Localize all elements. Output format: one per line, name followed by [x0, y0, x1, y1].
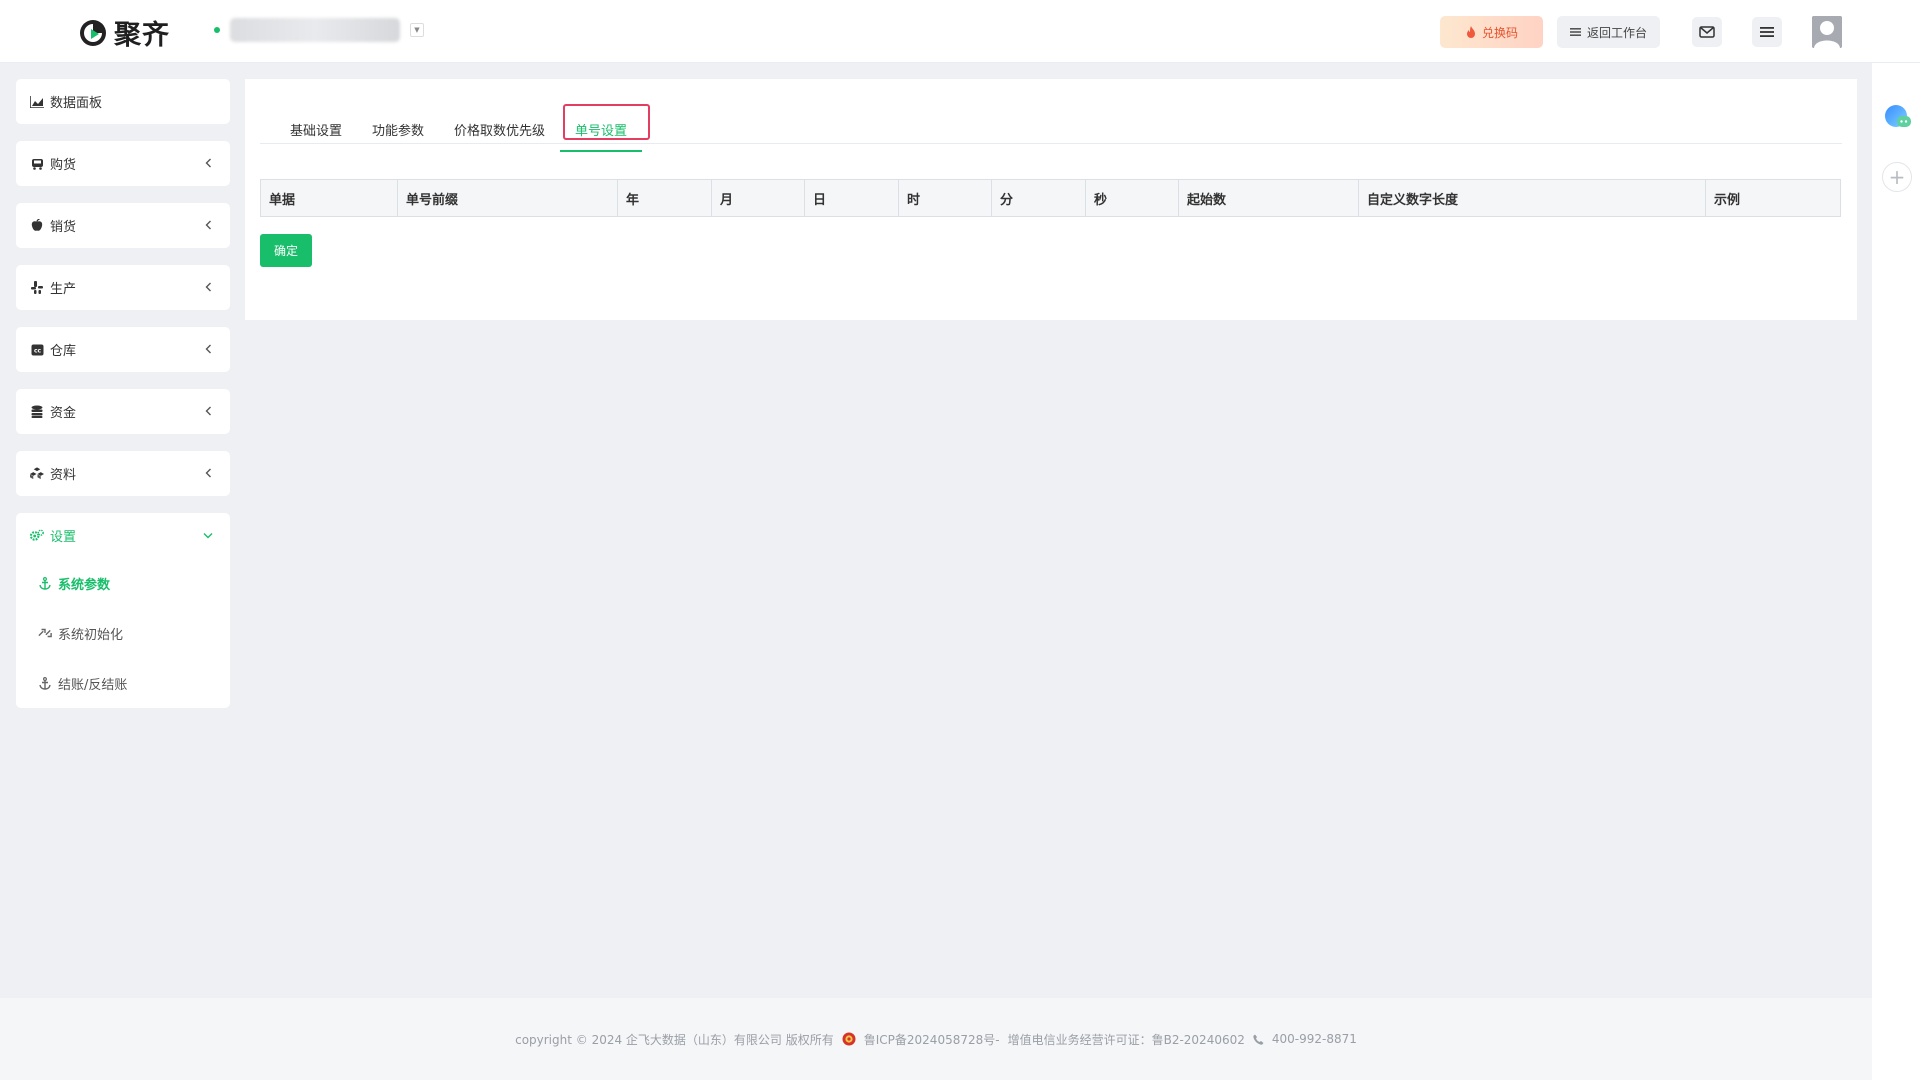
sidebar-item-warehouse[interactable]: cc 仓库 — [16, 327, 230, 372]
sidebar-item-purchase[interactable]: 购货 — [16, 141, 230, 186]
sidebar-item-label: 购货 — [50, 158, 77, 173]
sidebar-item-label: 仓库 — [50, 344, 77, 359]
svg-text:cc: cc — [33, 347, 41, 354]
list-icon — [1569, 28, 1581, 36]
cogs-icon — [30, 529, 44, 543]
redeem-code-button[interactable]: 兑换码 — [1440, 16, 1543, 48]
mail-icon — [1699, 26, 1715, 38]
tab-price-priority[interactable]: 价格取数优先级 — [439, 113, 560, 145]
main-panel: 基础设置 功能参数 价格取数优先级 单号设置 单据 单号前缀 年 月 日 时 分… — [245, 79, 1857, 320]
footer-icp-link[interactable]: 鲁ICP备2024058728号- — [864, 1031, 1000, 1048]
number-settings-table-header: 单据 单号前缀 年 月 日 时 分 秒 起始数 自定义数字长度 示例 — [260, 179, 1841, 217]
sidebar-item-production[interactable]: 生产 — [16, 265, 230, 310]
anchor-icon — [38, 576, 52, 590]
sidebar-item-settings[interactable]: 设置 — [16, 513, 230, 558]
brand-logo[interactable]: 聚齐 — [78, 13, 170, 52]
phone-icon — [1253, 1034, 1264, 1045]
redeem-code-label: 兑换码 — [1481, 25, 1518, 40]
sidebar-subitem-label: 系统初始化 — [58, 627, 124, 643]
sidebar-item-label: 资金 — [50, 406, 77, 421]
column-header: 单号前缀 — [398, 180, 618, 216]
area-chart-icon — [30, 95, 44, 109]
tabs-divider — [260, 143, 1842, 144]
tab-basic-settings[interactable]: 基础设置 — [275, 113, 357, 145]
column-header: 单据 — [261, 180, 398, 216]
cc-icon: cc — [30, 343, 44, 357]
anchor-icon — [38, 676, 52, 690]
column-header: 日 — [805, 180, 899, 216]
sidebar-item-materials[interactable]: 资料 — [16, 451, 230, 496]
cubes-icon — [30, 467, 44, 481]
chevron-down-icon — [202, 528, 214, 542]
sidebar-subitem-label: 系统参数 — [58, 577, 111, 593]
brand-name: 聚齐 — [114, 20, 170, 51]
fire-icon — [1466, 25, 1475, 38]
column-header: 自定义数字长度 — [1359, 180, 1706, 216]
chevron-left-icon — [202, 218, 214, 232]
chevron-left-icon — [202, 156, 214, 170]
footer-phone: 400-992-8871 — [1271, 1032, 1357, 1046]
logo-icon — [80, 19, 106, 46]
company-name-blurred — [230, 18, 400, 42]
sidebar-item-label: 资料 — [50, 468, 77, 483]
user-avatar-icon — [1812, 16, 1842, 48]
add-tool-button[interactable]: + — [1882, 162, 1912, 192]
column-header: 起始数 — [1179, 180, 1359, 216]
chevron-left-icon — [202, 404, 214, 418]
chevron-left-icon — [202, 342, 214, 356]
active-tab-highlight-box — [563, 104, 650, 140]
mail-button[interactable] — [1692, 17, 1722, 47]
apple-icon — [30, 219, 44, 233]
column-header: 秒 — [1086, 180, 1179, 216]
menu-icon — [1760, 27, 1774, 37]
footer-copyright: copyright © 2024 企飞大数据（山东）有限公司 版权所有 — [515, 1032, 834, 1047]
chat-bubble-icon[interactable] — [1884, 104, 1912, 132]
sidebar-item-label: 设置 — [50, 530, 77, 545]
tab-function-params[interactable]: 功能参数 — [357, 113, 439, 145]
sidebar-nav: 数据面板 购货 销货 生产 cc 仓库 资金 资料 设置 系统参数 系统初始化 … — [16, 79, 230, 708]
page-footer: copyright © 2024 企飞大数据（山东）有限公司 版权所有 鲁ICP… — [0, 998, 1872, 1080]
sidebar-item-dashboard[interactable]: 数据面板 — [16, 79, 230, 124]
bus-icon — [30, 157, 44, 171]
chevron-left-icon — [202, 466, 214, 480]
footer-license: 增值电信业务经营许可证：鲁B2-20240602 — [1007, 1032, 1245, 1047]
police-badge-icon — [842, 1032, 856, 1046]
column-header: 时 — [899, 180, 992, 216]
sidebar-group-settings: 设置 系统参数 系统初始化 结账/反结账 — [16, 513, 230, 708]
sidebar-subitem-system-params[interactable]: 系统参数 — [16, 558, 230, 608]
back-to-workbench-label: 返回工作台 — [1586, 25, 1647, 40]
back-to-workbench-button[interactable]: 返回工作台 — [1557, 16, 1660, 48]
sidebar-item-label: 数据面板 — [50, 96, 103, 111]
right-tool-rail: + — [1872, 63, 1920, 1080]
column-header: 分 — [992, 180, 1086, 216]
user-avatar[interactable] — [1812, 16, 1842, 48]
column-header: 年 — [618, 180, 712, 216]
sidebar-item-label: 生产 — [50, 282, 77, 297]
sidebar-item-label: 销货 — [50, 220, 77, 235]
sidebar-item-funds[interactable]: 资金 — [16, 389, 230, 434]
column-header: 示例 — [1714, 192, 1741, 208]
wrench-icon — [38, 626, 52, 640]
column-header: 月 — [712, 180, 805, 216]
sidebar-subitem-label: 结账/反结账 — [58, 677, 128, 693]
database-icon — [30, 405, 44, 419]
online-status-dot — [214, 27, 220, 33]
top-header: 聚齐 ▼ 兑换码 返回工作台 — [0, 0, 1920, 63]
chevron-left-icon — [202, 280, 214, 294]
sidebar-subitem-checkout[interactable]: 结账/反结账 — [16, 658, 230, 708]
sidebar-item-sales[interactable]: 销货 — [16, 203, 230, 248]
sidebar-subitem-system-init[interactable]: 系统初始化 — [16, 608, 230, 658]
confirm-button[interactable]: 确定 — [260, 234, 312, 267]
menu-button[interactable] — [1752, 17, 1782, 47]
yelp-icon — [30, 281, 44, 295]
company-switcher[interactable]: ▼ — [214, 18, 424, 42]
caret-down-icon[interactable]: ▼ — [410, 23, 424, 37]
